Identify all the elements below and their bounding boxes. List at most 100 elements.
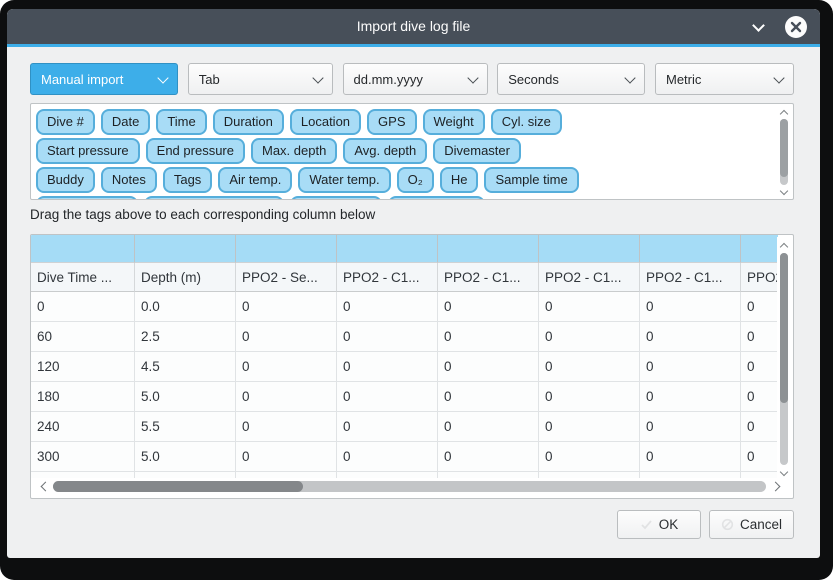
tag-row: Sample depth Sample temperature Sample pO₂… [36,196,485,200]
shade-button[interactable] [749,18,767,36]
table-cell: 2.5 [135,322,236,352]
tag-row: Dive #DateTime DurationLocationGPS WeightC… [36,109,562,135]
tag-pill[interactable]: Date [101,109,150,135]
table-cell [135,472,236,478]
table-cell: 0 [539,382,640,412]
tag-pill[interactable]: Duration [213,109,284,135]
table-cell: 0 [640,292,741,322]
duration-format-dropdown[interactable]: Seconds [497,63,645,95]
tag-pill[interactable]: Tags [163,167,212,193]
tag-pill[interactable]: Sample temperature [144,196,284,200]
column-header: PPO2 - Se... [236,263,337,292]
table-cell: 0 [539,352,640,382]
close-button[interactable] [785,16,807,38]
table-hscroll-thumb[interactable] [53,481,303,492]
table-horizontal-scrollbar[interactable] [37,480,782,494]
import-dialog: Import dive log file Manual import Tab [7,9,820,558]
table-cell: 5.0 [135,442,236,472]
tag-pill[interactable]: Air temp. [218,167,292,193]
units-dropdown[interactable]: Metric [655,63,794,95]
table-vertical-scrollbar[interactable] [777,237,792,478]
table-cell: 0 [31,292,135,322]
tag-list-panel: Dive #DateTime DurationLocationGPS WeightC… [30,103,794,200]
column-drop-target[interactable] [438,235,539,263]
titlebar[interactable]: Import dive log file [7,9,820,44]
table-cell [31,472,135,478]
tag-pill[interactable]: Divemaster [433,138,521,164]
table-cell [236,472,337,478]
table-grid: Dive Time ...Depth (m)PPO2 - Se...PPO2 -… [31,235,778,478]
table-cell: 0 [741,322,778,352]
tag-pill[interactable]: Dive # [36,109,95,135]
tag-pill[interactable]: Avg. depth [343,138,427,164]
chevron-down-icon [157,72,168,83]
table-cell: 0 [438,292,539,322]
table-cell: 0 [741,352,778,382]
cancel-button[interactable]: Cancel [709,510,794,539]
chevron-down-icon [312,72,323,83]
tag-pill[interactable]: Sample pO₂ [290,196,382,200]
tags-scrollbar-thumb[interactable] [780,119,788,177]
table-cell: 4.5 [135,352,236,382]
table-row: 3005.0000000 [31,442,778,472]
separator-value: Tab [199,72,308,87]
table-row-partial [31,472,778,478]
import-mode-dropdown[interactable]: Manual import [30,63,178,95]
column-drop-target[interactable] [135,235,236,263]
window-frame: Import dive log file Manual import Tab [0,0,833,580]
table-cell: 0 [337,292,438,322]
column-header: PPO2 - C1... [640,263,741,292]
ok-button[interactable]: OK [617,510,701,539]
table-vscroll-thumb[interactable] [780,253,788,403]
table-cell: 0 [337,412,438,442]
table-cell: 0 [337,442,438,472]
separator-dropdown[interactable]: Tab [188,63,333,95]
table-cell: 0 [337,322,438,352]
tag-pill[interactable]: Sample time [484,167,578,193]
window-title: Import dive log file [7,9,820,44]
scroll-up-icon[interactable] [781,241,788,248]
table-cell: 0 [438,322,539,352]
table-cell: 0 [236,382,337,412]
tag-pill[interactable]: O₂ [397,167,434,193]
table-cell: 60 [31,322,135,352]
column-drop-target[interactable] [236,235,337,263]
column-drop-target[interactable] [539,235,640,263]
scroll-right-icon[interactable] [772,483,780,491]
tag-pill[interactable]: Time [156,109,206,135]
tag-pill[interactable]: Location [290,109,361,135]
tag-pill[interactable]: Sample depth [36,196,138,200]
tag-pill[interactable]: Water temp. [298,167,390,193]
column-drop-target[interactable] [640,235,741,263]
units-value: Metric [666,72,769,87]
scroll-up-icon[interactable] [781,108,788,115]
tag-pill[interactable]: Max. depth [251,138,337,164]
tag-pill[interactable]: Start pressure [36,138,140,164]
tag-pill[interactable]: Weight [423,109,485,135]
table-cell: 0 [337,352,438,382]
column-drop-target[interactable] [337,235,438,263]
tag-pill[interactable]: Sample CNS [388,196,485,200]
date-format-value: dd.mm.yyyy [354,72,463,87]
scroll-left-icon[interactable] [39,483,47,491]
tag-pill[interactable]: Notes [101,167,157,193]
table-cell: 5.0 [135,382,236,412]
table-hscroll-track[interactable] [53,481,766,492]
table-cell: 0 [640,412,741,442]
tag-pill[interactable]: Cyl. size [491,109,562,135]
tag-pill[interactable]: End pressure [146,138,245,164]
column-header: PPO2 - C1... [438,263,539,292]
scroll-down-icon[interactable] [781,469,788,476]
table-cell [337,472,438,478]
tag-pill[interactable]: He [440,167,479,193]
scroll-down-icon[interactable] [781,188,788,195]
tags-scrollbar[interactable] [778,106,791,197]
tag-pill[interactable]: GPS [367,109,416,135]
column-drop-target[interactable] [741,235,778,263]
column-drop-target[interactable] [31,235,135,263]
ok-check-icon [640,518,653,531]
date-format-dropdown[interactable]: dd.mm.yyyy [343,63,488,95]
tag-pill[interactable]: Buddy [36,167,95,193]
close-icon [789,20,803,34]
tag-row: BuddyNotesTagsAir temp.Water temp. O₂HeSa… [36,167,579,193]
